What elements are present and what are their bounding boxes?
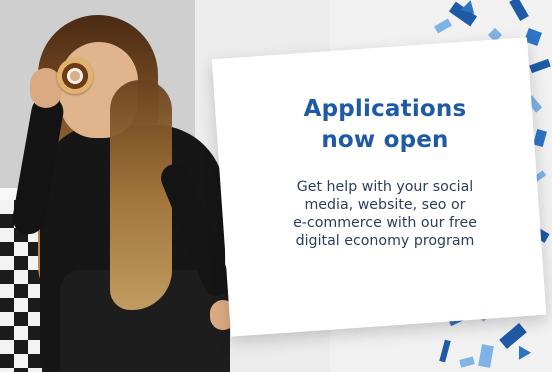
body-text: Get help with your social media, website… — [252, 178, 518, 250]
body-line-1: Get help with your social — [296, 179, 474, 195]
confetti-piece — [478, 344, 494, 368]
confetti-piece — [459, 356, 475, 368]
confetti-piece — [529, 58, 551, 74]
confetti-piece — [434, 18, 452, 34]
headline: Applications now open — [252, 94, 518, 156]
headline-line-2: now open — [321, 127, 449, 153]
headline-line-1: Applications — [303, 96, 467, 122]
confetti-piece — [533, 128, 547, 148]
body-line-4: digital economy program — [295, 233, 475, 249]
confetti-piece — [509, 0, 529, 22]
body-line-2: media, website, seo or — [304, 197, 466, 213]
confetti-piece — [512, 342, 532, 360]
donut-icon — [57, 58, 93, 94]
body-line-3: e-commerce with our free — [293, 215, 477, 231]
promo-banner: Applications now open Get help with your… — [0, 0, 552, 372]
announcement-card-content: Applications now open Get help with your… — [252, 94, 518, 250]
person-hair-front — [110, 80, 172, 310]
confetti-piece — [439, 339, 451, 363]
